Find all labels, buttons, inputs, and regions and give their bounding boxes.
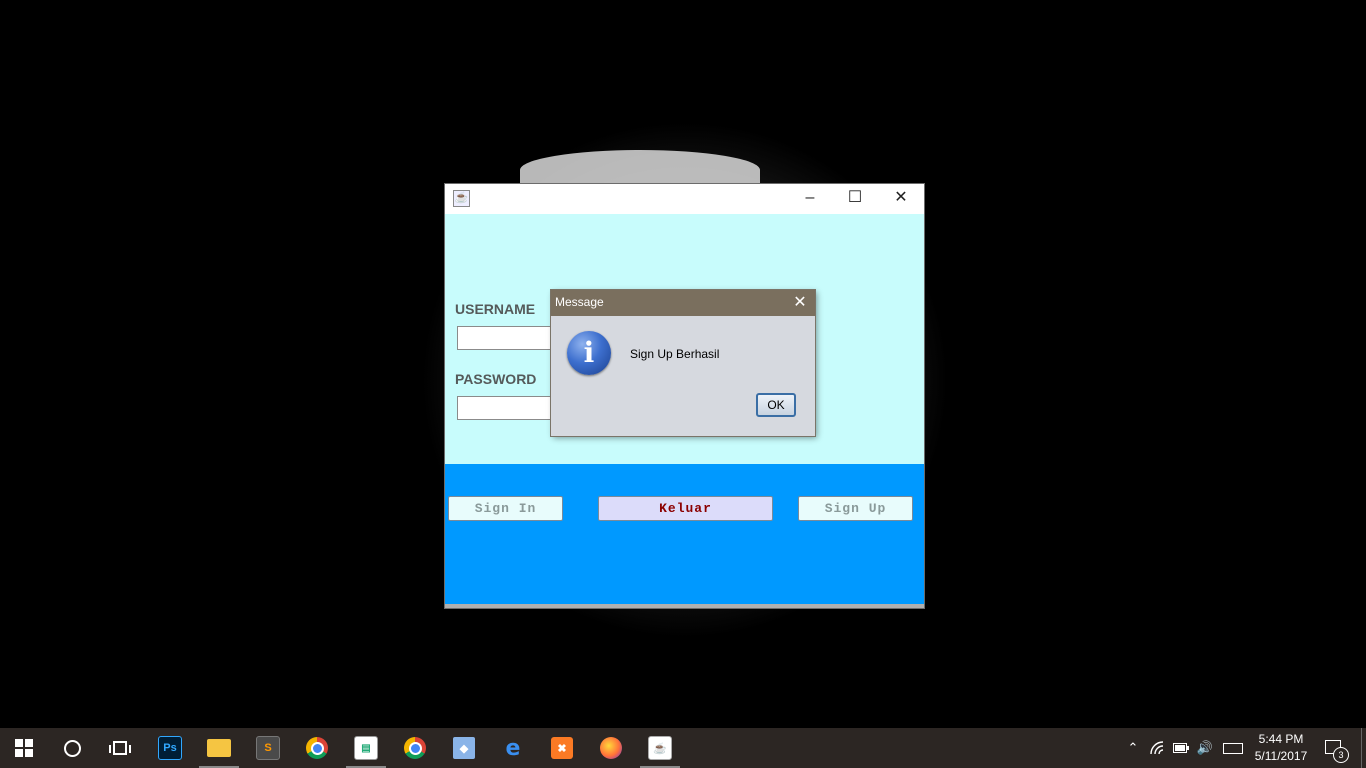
java-icon: ☕ <box>648 736 672 760</box>
chrome-icon <box>404 737 426 759</box>
battery-icon[interactable] <box>1172 728 1190 768</box>
document-icon: ▤ <box>354 736 378 760</box>
clock-time: 5:44 PM <box>1258 732 1304 746</box>
sign-up-button[interactable]: Sign Up <box>798 496 913 521</box>
dialog-close-button[interactable]: ✕ <box>789 292 811 314</box>
taskbar-chrome-2[interactable] <box>391 732 439 764</box>
edge-icon: e <box>505 735 521 761</box>
sublime-text-icon: S <box>256 736 280 760</box>
taskbar-chrome[interactable] <box>293 732 341 764</box>
taskbar-java[interactable]: ☕ <box>636 732 684 768</box>
cube-app-icon: ◆ <box>453 737 475 759</box>
minimize-button[interactable]: – <box>787 184 833 214</box>
cortana-icon <box>63 739 81 757</box>
clock-date: 5/11/2017 <box>1254 749 1308 763</box>
button-panel: Sign In Keluar Sign Up <box>445 464 924 604</box>
taskbar-file-explorer[interactable] <box>195 732 243 768</box>
close-button[interactable]: ✕ <box>878 184 924 214</box>
maximize-button[interactable]: ☐ <box>832 184 878 214</box>
password-label: PASSWORD <box>455 371 537 387</box>
info-icon: i <box>567 331 611 375</box>
file-explorer-icon <box>207 739 231 757</box>
username-label: USERNAME <box>455 301 536 317</box>
ok-button[interactable]: OK <box>756 393 796 417</box>
show-hidden-icons-button[interactable]: ⌃ <box>1124 728 1142 768</box>
taskbar-sublime-text[interactable]: S <box>244 732 292 764</box>
volume-icon[interactable]: 🔊 <box>1196 728 1214 768</box>
action-center-button[interactable]: 3 <box>1320 734 1350 764</box>
window-titlebar[interactable]: ☕ – ☐ ✕ <box>445 184 924 214</box>
taskbar-document-app[interactable]: ▤ <box>342 732 390 768</box>
notification-badge: 3 <box>1333 747 1349 763</box>
clock[interactable]: 5:44 PM 5/11/2017 <box>1250 731 1312 765</box>
task-view-button[interactable] <box>96 732 144 764</box>
sign-in-button[interactable]: Sign In <box>448 496 563 521</box>
network-icon[interactable] <box>1149 728 1167 768</box>
keyboard-icon[interactable] <box>1221 728 1245 768</box>
taskbar-firefox[interactable] <box>587 732 635 764</box>
start-button[interactable] <box>0 732 48 764</box>
cortana-button[interactable] <box>48 732 96 764</box>
message-dialog: Message ✕ i Sign Up Berhasil OK <box>551 290 815 436</box>
keluar-button[interactable]: Keluar <box>598 496 773 521</box>
dialog-title: Message <box>555 295 604 309</box>
taskbar-edge[interactable]: e <box>489 732 537 764</box>
java-app-icon: ☕ <box>453 190 470 207</box>
task-view-icon <box>109 741 131 755</box>
window-bottom-border <box>445 604 924 608</box>
xampp-icon: ✖ <box>551 737 573 759</box>
taskbar: Ps S ▤ ◆ e ✖ ☕ ⌃ 🔊 5:44 PM 5/11/2017 3 <box>0 728 1366 768</box>
photoshop-icon: Ps <box>158 736 182 760</box>
show-desktop-button[interactable] <box>1361 728 1362 768</box>
windows-logo-icon <box>15 739 33 757</box>
dialog-titlebar[interactable]: Message ✕ <box>551 290 815 316</box>
taskbar-cube-app[interactable]: ◆ <box>440 732 488 764</box>
dialog-message: Sign Up Berhasil <box>630 347 720 361</box>
taskbar-photoshop[interactable]: Ps <box>146 732 194 764</box>
firefox-icon <box>600 737 622 759</box>
chrome-icon <box>306 737 328 759</box>
taskbar-xampp[interactable]: ✖ <box>538 732 586 764</box>
